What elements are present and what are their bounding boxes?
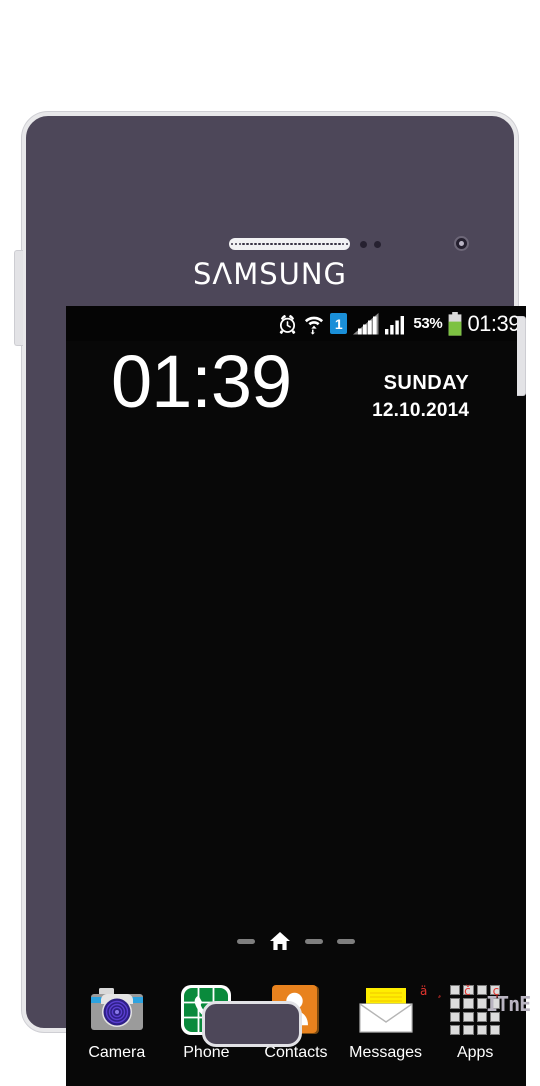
- clock-widget[interactable]: 01:39 SUNDAY 12.10.2014: [66, 340, 526, 426]
- status-bar-clock: 01:39: [467, 310, 520, 336]
- light-sensor-icon: [374, 241, 381, 248]
- phone-screen: 1 53% 01:39 01:39 SUNDAY 12.10.2014 Came…: [66, 306, 526, 1086]
- signal-bars-active-icon: [385, 315, 405, 334]
- battery-icon: [449, 311, 462, 336]
- watermark-logo: ITnE: [486, 992, 531, 1016]
- power-button[interactable]: [517, 316, 526, 396]
- dock-label-messages: Messages: [349, 1044, 423, 1061]
- status-bar: 1 53% 01:39: [66, 306, 526, 341]
- dock-item-messages[interactable]: Messages: [344, 982, 428, 1062]
- clock-widget-date-block: SUNDAY 12.10.2014: [329, 370, 469, 426]
- alarm-clock-icon: [280, 314, 296, 334]
- earpiece-speaker-icon: [229, 238, 350, 250]
- battery-percent-label: 53%: [413, 315, 443, 332]
- dock-item-camera[interactable]: Camera: [75, 982, 159, 1062]
- proximity-sensor-icon: [360, 241, 367, 248]
- home-button[interactable]: [202, 1001, 302, 1047]
- volume-rocker-button[interactable]: [14, 250, 23, 346]
- samsung-brand-logo: SΛMSUNG: [192, 257, 348, 291]
- messages-icon[interactable]: [358, 982, 414, 1038]
- clock-widget-weekday: SUNDAY: [383, 372, 470, 394]
- page-indicator-dash[interactable]: [337, 938, 355, 944]
- wifi-icon: [305, 316, 324, 335]
- sim-slot-badge: 1: [330, 313, 348, 334]
- dock-label-apps: Apps: [456, 1044, 494, 1061]
- clock-widget-time: 01:39: [111, 340, 292, 423]
- dock-label-camera: Camera: [88, 1044, 146, 1061]
- page-indicator-dash[interactable]: [305, 938, 323, 944]
- signal-bars-inactive-icon: [353, 312, 379, 334]
- camera-icon[interactable]: [89, 982, 145, 1038]
- page-indicator-dash[interactable]: [237, 938, 255, 944]
- front-camera-icon: [454, 236, 469, 251]
- page-indicator: [66, 931, 526, 951]
- phone-device-frame: SΛMSUNG 1 53% 01:39 01:39 SUNDAY 12.10.2…: [22, 112, 526, 1086]
- clock-widget-date: 12.10.2014: [372, 400, 470, 421]
- home-icon[interactable]: [269, 931, 291, 951]
